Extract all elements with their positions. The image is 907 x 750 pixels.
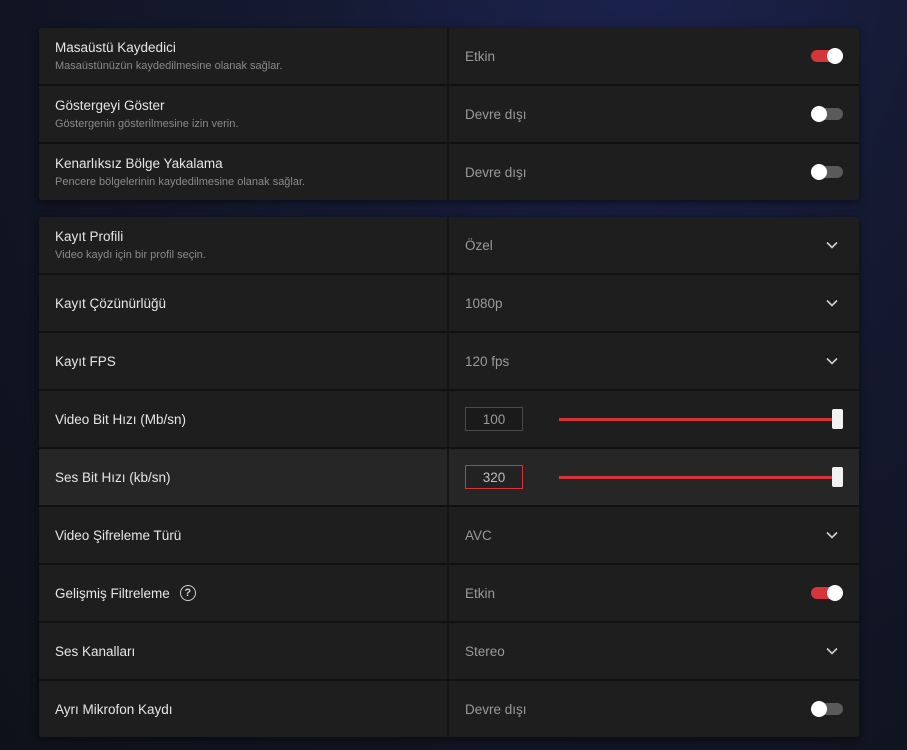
setting-label-cell: Kenarlıksız Bölge Yakalama Pencere bölge… [39, 144, 449, 200]
setting-control-cell: 100 [449, 391, 859, 447]
setting-label-cell: Ses Bit Hızı (kb/sn) [39, 449, 449, 505]
dropdown-value: 120 fps [465, 353, 510, 369]
setting-description: Masaüstünüzün kaydedilmesine olanak sağl… [55, 60, 283, 72]
setting-value: Etkin [465, 48, 496, 64]
setting-label-cell: Gelişmiş Filtreleme ? [39, 565, 449, 621]
setting-title: Masaüstü Kaydedici [55, 40, 176, 55]
question-circle-icon[interactable]: ? [179, 585, 196, 601]
setting-row-audio-channels: Ses Kanalları Stereo [39, 623, 859, 681]
show-indicator-toggle[interactable] [811, 106, 843, 122]
video-encoding-type-dropdown[interactable]: AVC [449, 507, 859, 563]
setting-control-cell: Etkin [449, 565, 859, 621]
setting-label-cell: Kayıt Çözünürlüğü [39, 275, 449, 331]
recording-profile-dropdown[interactable]: Özel [449, 217, 859, 273]
setting-description: Göstergenin gösterilmesine izin verin. [55, 118, 239, 130]
setting-row-video-encoding-type: Video Şifreleme Türü AVC [39, 507, 859, 565]
chevron-down-icon [826, 647, 838, 655]
dropdown-value: Stereo [465, 643, 505, 659]
setting-title: Göstergeyi Göster [55, 98, 165, 113]
desktop-recorder-toggle[interactable] [811, 48, 843, 64]
setting-label-cell: Video Şifreleme Türü [39, 507, 449, 563]
chevron-down-icon [826, 299, 838, 307]
video-bitrate-slider[interactable] [559, 409, 843, 429]
setting-title: Kayıt FPS [55, 353, 116, 369]
toggle-knob [811, 164, 827, 180]
setting-row-video-bitrate: Video Bit Hızı (Mb/sn) 100 [39, 391, 859, 449]
setting-label-cell: Ayrı Mikrofon Kaydı [39, 681, 449, 737]
setting-title: Video Şifreleme Türü [55, 527, 182, 543]
setting-value: Devre dışı [465, 701, 527, 717]
slider-thumb[interactable] [832, 467, 843, 487]
chevron-down-icon [826, 531, 838, 539]
setting-description: Pencere bölgelerinin kaydedilmesine olan… [55, 176, 306, 188]
slider-thumb[interactable] [832, 409, 843, 429]
audio-channels-dropdown[interactable]: Stereo [449, 623, 859, 679]
setting-title: Ayrı Mikrofon Kaydı [55, 701, 173, 717]
chevron-down-icon [826, 357, 838, 365]
setting-row-desktop-recorder: Masaüstü Kaydedici Masaüstünüzün kaydedi… [39, 28, 859, 86]
setting-value: Devre dışı [465, 164, 527, 180]
setting-description: Video kaydı için bir profil seçin. [55, 249, 206, 261]
recording-fps-dropdown[interactable]: 120 fps [449, 333, 859, 389]
setting-control-cell: Devre dışı [449, 144, 859, 200]
setting-value: Devre dışı [465, 106, 527, 122]
setting-row-recording-resolution: Kayıt Çözünürlüğü 1080p [39, 275, 859, 333]
dropdown-value: Özel [465, 237, 493, 253]
chevron-down-icon [826, 241, 838, 249]
setting-title: Kenarlıksız Bölge Yakalama [55, 156, 223, 171]
setting-row-recording-profile: Kayıt Profili Video kaydı için bir profi… [39, 217, 859, 275]
setting-label-cell: Kayıt Profili Video kaydı için bir profi… [39, 217, 449, 273]
setting-row-advanced-filtering: Gelişmiş Filtreleme ? Etkin [39, 565, 859, 623]
toggle-knob [827, 48, 843, 64]
setting-control-cell: Devre dışı [449, 86, 859, 142]
setting-row-borderless-region-capture: Kenarlıksız Bölge Yakalama Pencere bölge… [39, 144, 859, 200]
setting-title: Kayıt Çözünürlüğü [55, 295, 167, 311]
setting-label-cell: Masaüstü Kaydedici Masaüstünüzün kaydedi… [39, 28, 449, 84]
dropdown-value: AVC [465, 527, 492, 543]
audio-bitrate-input[interactable]: 320 [465, 465, 523, 489]
setting-control-cell: Devre dışı [449, 681, 859, 737]
setting-row-show-indicator: Göstergeyi Göster Göstergenin gösterilme… [39, 86, 859, 144]
setting-label-cell: Ses Kanalları [39, 623, 449, 679]
setting-row-audio-bitrate: Ses Bit Hızı (kb/sn) 320 [39, 449, 859, 507]
setting-label-cell: Kayıt FPS [39, 333, 449, 389]
setting-label-cell: Video Bit Hızı (Mb/sn) [39, 391, 449, 447]
video-bitrate-input[interactable]: 100 [465, 407, 523, 431]
toggle-knob [811, 106, 827, 122]
toggle-knob [827, 585, 843, 601]
setting-title: Video Bit Hızı (Mb/sn) [55, 411, 187, 427]
setting-row-recording-fps: Kayıt FPS 120 fps [39, 333, 859, 391]
setting-value: Etkin [465, 585, 496, 601]
borderless-region-capture-toggle[interactable] [811, 164, 843, 180]
setting-title: Ses Kanalları [55, 643, 136, 659]
slider-track [559, 476, 843, 479]
recording-settings-panel: Kayıt Profili Video kaydı için bir profi… [39, 217, 859, 737]
setting-title-wrap: Gelişmiş Filtreleme ? [55, 585, 447, 601]
audio-bitrate-slider[interactable] [559, 467, 843, 487]
setting-title: Kayıt Profili [55, 229, 124, 244]
setting-control-cell: 320 [449, 449, 859, 505]
advanced-filtering-toggle[interactable] [811, 585, 843, 601]
separate-mic-recording-toggle[interactable] [811, 701, 843, 717]
setting-title: Ses Bit Hızı (kb/sn) [55, 469, 171, 485]
desktop-recorder-panel: Masaüstü Kaydedici Masaüstünüzün kaydedi… [39, 28, 859, 200]
slider-track [559, 418, 843, 421]
setting-row-separate-mic-recording: Ayrı Mikrofon Kaydı Devre dışı [39, 681, 859, 737]
setting-control-cell: Etkin [449, 28, 859, 84]
toggle-knob [811, 701, 827, 717]
dropdown-value: 1080p [465, 295, 503, 311]
setting-label-cell: Göstergeyi Göster Göstergenin gösterilme… [39, 86, 449, 142]
setting-title: Gelişmiş Filtreleme [55, 585, 170, 601]
recording-resolution-dropdown[interactable]: 1080p [449, 275, 859, 331]
